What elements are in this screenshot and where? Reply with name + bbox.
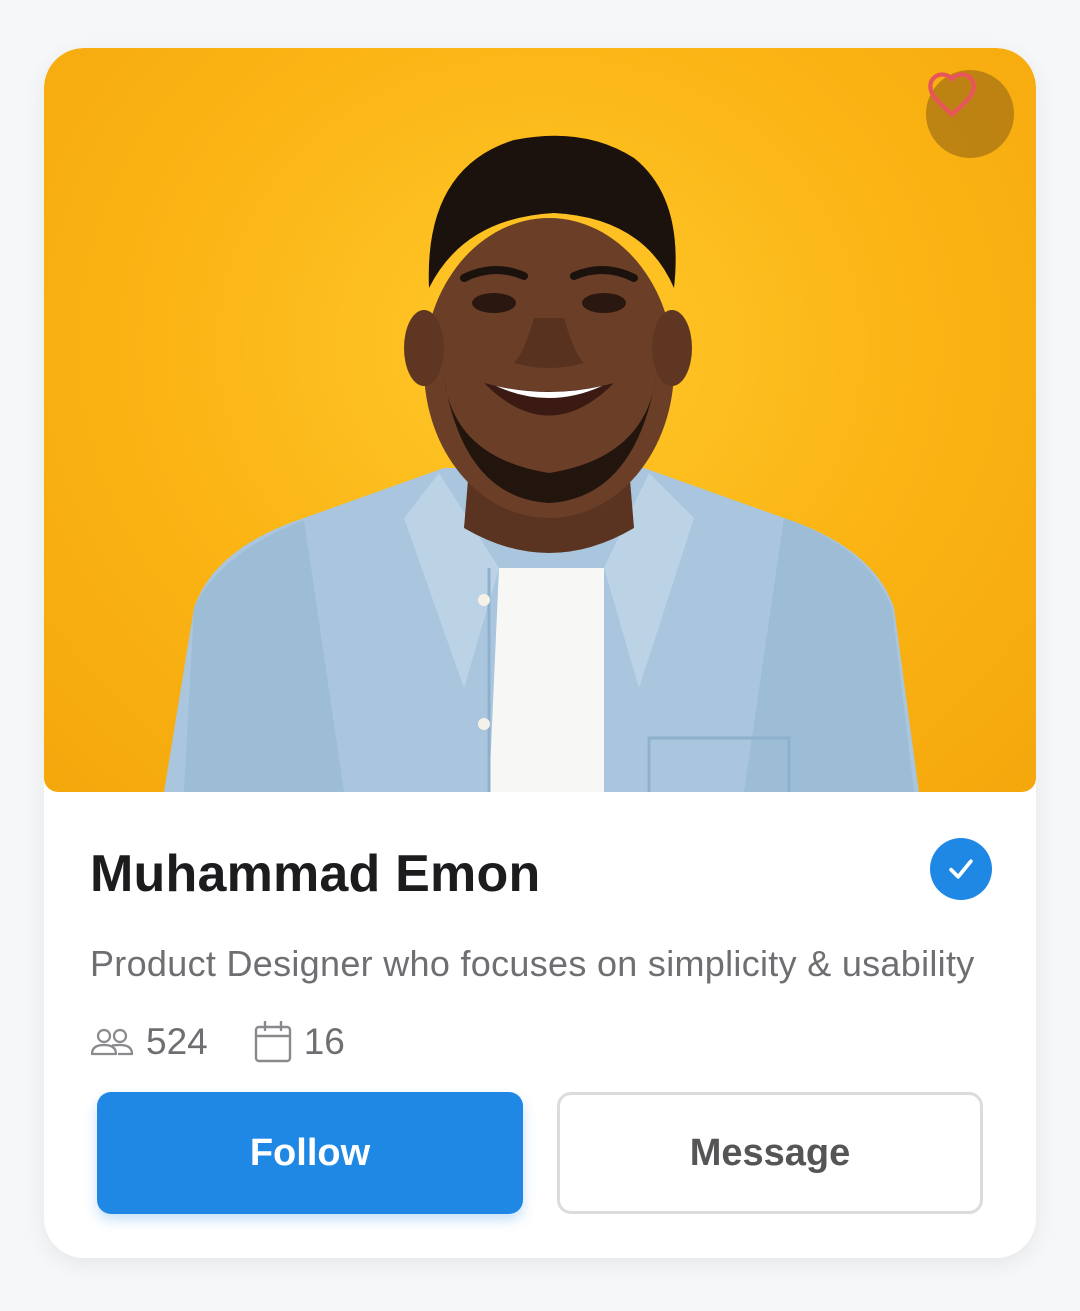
profile-card: Muhammad Emon Product Designer who focus… (44, 48, 1036, 1258)
verified-badge (930, 838, 992, 900)
profile-bio: Product Designer who focuses on simplici… (90, 943, 975, 984)
heart-outline-icon (928, 72, 976, 118)
followers-count: 524 (146, 1021, 208, 1062)
profile-name: Muhammad Emon (90, 845, 541, 903)
users-icon (90, 1028, 134, 1056)
check-badge-icon (949, 859, 973, 879)
calendar-icon (254, 1021, 291, 1063)
follow-button[interactable]: Follow (97, 1092, 523, 1214)
profile-stats: 524 16 (90, 1020, 345, 1064)
favorite-button[interactable] (926, 70, 1014, 158)
message-button[interactable]: Message (557, 1092, 983, 1214)
portrait-illustration (164, 135, 919, 792)
projects-count: 16 (303, 1021, 345, 1062)
profile-photo (44, 48, 1036, 792)
projects-stat: 16 (254, 1021, 345, 1063)
followers-stat: 524 (90, 1021, 208, 1063)
